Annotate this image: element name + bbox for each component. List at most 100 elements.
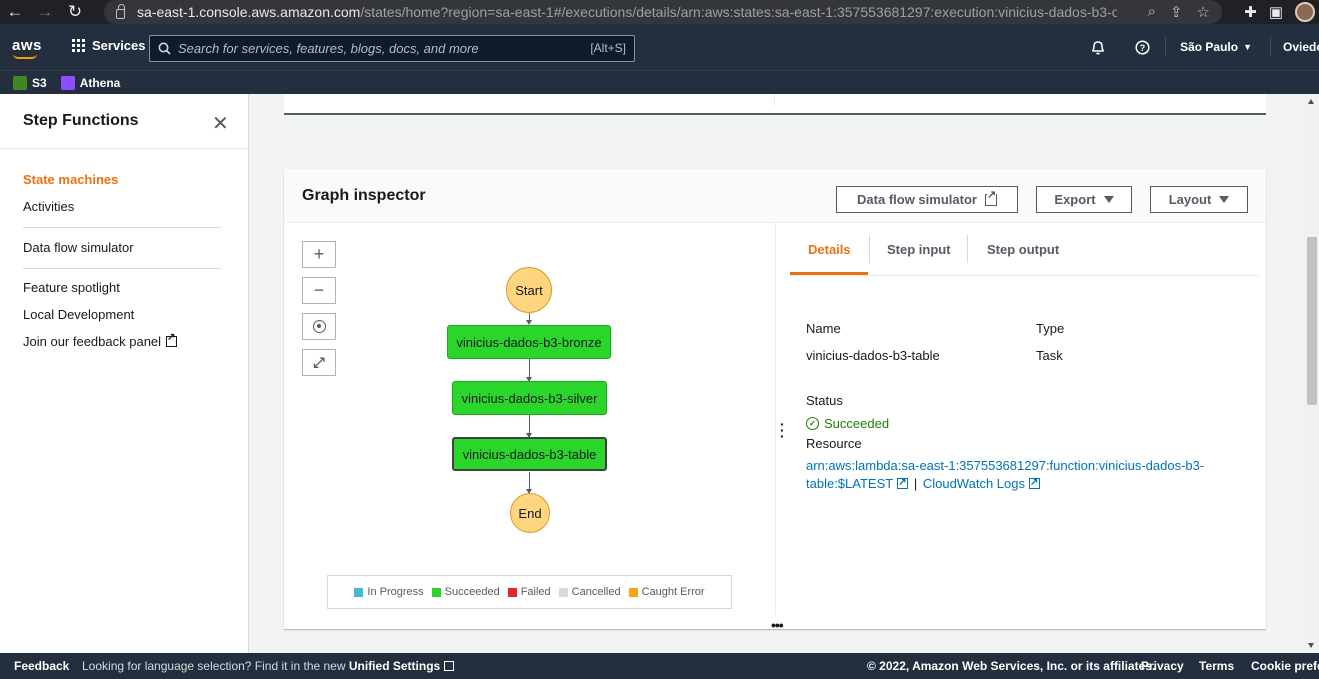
legend-item: Succeeded	[431, 586, 500, 598]
aws-top-nav: aws Services [Alt+S] ? São Paulo ▼ Ovied…	[0, 24, 1319, 70]
panel-title: Graph inspector	[302, 187, 426, 204]
type-label: Type	[1036, 321, 1065, 336]
external-link-icon	[166, 332, 178, 347]
side-panel-icon[interactable]: ▣	[1269, 3, 1283, 21]
scroll-up-icon[interactable]	[1308, 99, 1314, 104]
check-circle-icon: ✓	[806, 417, 819, 430]
zoom-search-icon[interactable]: ⌕	[1148, 3, 1156, 21]
s3-icon	[13, 75, 27, 90]
divider	[23, 227, 221, 228]
language-notice: Looking for language selection? Find it …	[82, 659, 455, 673]
scroll-thumb[interactable]	[1307, 237, 1317, 405]
graph-inspector-header: Graph inspector Data flow simulator Expo…	[284, 169, 1266, 223]
sidebar-item-local-development[interactable]: Local Development	[23, 307, 134, 322]
status-label: Status	[806, 393, 843, 408]
bookmark-star-icon[interactable]: ☆	[1197, 3, 1210, 21]
button-label: Export	[1054, 192, 1096, 207]
sidebar-header: Step Functions ✕	[0, 94, 248, 149]
swatch-icon	[628, 587, 638, 597]
external-link-icon	[1028, 474, 1040, 492]
graph-inspector-panel: Graph inspector Data flow simulator Expo…	[284, 169, 1266, 629]
minus-icon: −	[313, 280, 325, 300]
bell-icon[interactable]	[1075, 40, 1120, 55]
main-content: Graph inspector Data flow simulator Expo…	[249, 94, 1319, 653]
sidebar-item-activities[interactable]: Activities	[23, 199, 74, 214]
sidebar-item-feedback-panel[interactable]: Join our feedback panel	[23, 332, 178, 349]
aws-logo[interactable]: aws	[12, 37, 42, 54]
legend-label: Failed	[520, 586, 551, 598]
language-notice-text: Looking for language selection? Find it …	[82, 659, 346, 673]
sidebar: Step Functions ✕ State machines Activiti…	[0, 94, 249, 653]
extensions-puzzle-icon[interactable]: ✚	[1244, 3, 1257, 21]
sidebar-item-label: Join our feedback panel	[23, 334, 162, 349]
sidebar-item-feature-spotlight[interactable]: Feature spotlight	[23, 280, 120, 295]
services-label: Services	[92, 38, 146, 53]
page-scrollbar[interactable]	[1304, 94, 1319, 653]
zoom-out-button[interactable]: −	[302, 277, 336, 304]
scroll-down-icon[interactable]	[1308, 643, 1314, 648]
export-button[interactable]: Export	[1036, 186, 1132, 213]
legend-label: Caught Error	[641, 586, 705, 598]
graph-canvas[interactable]: + − ⤢ Start vinicius-dados-b3-bronze vin…	[284, 223, 776, 615]
terms-link[interactable]: Terms	[1199, 659, 1234, 673]
external-link-icon	[984, 188, 997, 206]
close-icon[interactable]: ✕	[212, 111, 229, 136]
forward-icon[interactable]: →	[30, 0, 60, 24]
svg-text:?: ?	[1140, 43, 1146, 53]
services-button[interactable]: Services	[72, 38, 146, 53]
divider	[869, 235, 870, 263]
caret-down-icon	[1219, 196, 1230, 203]
active-tab-indicator	[790, 272, 868, 275]
help-icon[interactable]: ?	[1120, 39, 1165, 55]
url-text: sa-east-1.console.aws.amazon.com/states/…	[137, 4, 1117, 20]
layout-button[interactable]: Layout	[1150, 186, 1248, 213]
start-node[interactable]: Start	[506, 267, 552, 313]
search-bar[interactable]: [Alt+S]	[149, 35, 635, 62]
footer-feedback-link[interactable]: Feedback	[14, 659, 69, 673]
tab-step-output[interactable]: Step output	[987, 242, 1059, 257]
caret-down-icon: ▼	[1243, 42, 1252, 52]
favorite-label: Athena	[79, 75, 121, 90]
search-input[interactable]	[178, 41, 578, 56]
cloudwatch-logs-link[interactable]: CloudWatch Logs	[922, 474, 1040, 492]
athena-icon	[60, 75, 75, 90]
sidebar-item-state-machines[interactable]: State machines	[23, 172, 118, 187]
region-selector[interactable]: São Paulo ▼	[1165, 37, 1271, 57]
tab-step-input[interactable]: Step input	[887, 242, 951, 257]
cookie-preferences-link[interactable]: Cookie prefere	[1251, 659, 1319, 673]
back-icon[interactable]: ←	[0, 0, 30, 24]
drag-handle-icon: · · ·	[780, 416, 785, 444]
end-node[interactable]: End	[510, 493, 550, 533]
favorite-label: S3	[32, 75, 47, 90]
state-node-table[interactable]: vinicius-dados-b3-table	[452, 437, 607, 471]
fit-view-button[interactable]: ⤢	[302, 349, 336, 376]
name-label: Name	[806, 321, 841, 336]
zoom-in-button[interactable]: +	[302, 241, 336, 268]
legend-item: In Progress	[354, 586, 424, 598]
reload-icon[interactable]: ↻	[60, 0, 90, 24]
data-flow-simulator-button[interactable]: Data flow simulator	[836, 186, 1018, 213]
state-node-bronze[interactable]: vinicius-dados-b3-bronze	[447, 325, 611, 359]
unified-settings-link[interactable]: Unified Settings	[349, 659, 440, 673]
sidebar-item-data-flow-simulator[interactable]: Data flow simulator	[23, 240, 134, 255]
account-menu[interactable]: Oviedo	[1271, 40, 1319, 54]
tab-details[interactable]: Details	[808, 242, 851, 257]
favorite-s3[interactable]: S3	[13, 75, 47, 90]
link-text: CloudWatch Logs	[922, 476, 1025, 491]
legend-label: In Progress	[367, 586, 424, 598]
state-node-silver[interactable]: vinicius-dados-b3-silver	[452, 381, 607, 415]
address-bar[interactable]: sa-east-1.console.aws.amazon.com/states/…	[104, 0, 1222, 24]
legend-item: Failed	[507, 586, 551, 598]
caret-down-icon	[1103, 196, 1114, 203]
resize-dots-icon[interactable]: •••	[771, 617, 784, 633]
separator: |	[913, 476, 918, 491]
profile-avatar[interactable]	[1295, 2, 1315, 22]
type-value: Task	[1036, 348, 1063, 363]
split-resize-handle[interactable]: · · ·	[775, 223, 787, 615]
legend-item: Cancelled	[558, 586, 621, 598]
favorite-athena[interactable]: Athena	[60, 75, 121, 90]
privacy-link[interactable]: Privacy	[1141, 659, 1184, 673]
button-label: Layout	[1168, 192, 1212, 207]
share-icon[interactable]: ⇪	[1170, 3, 1183, 21]
center-button[interactable]	[302, 313, 336, 340]
